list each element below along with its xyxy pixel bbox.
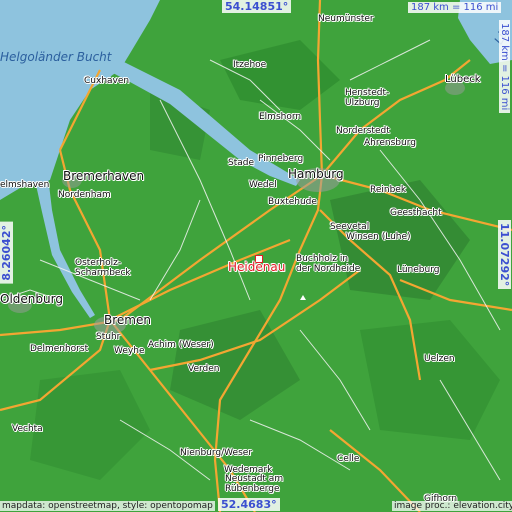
place-ahrensburg: Ahrensburg xyxy=(364,138,416,148)
place-pinneberg: Pinneberg xyxy=(258,154,304,164)
place-wedel: Wedel xyxy=(249,180,277,190)
scale-horizontal: 187 km = 116 mi xyxy=(408,2,502,13)
place-geesthacht: Geesthacht xyxy=(390,208,442,218)
place-neustadt: Neustadt am Rübenberge xyxy=(225,474,284,494)
place-bremerhaven: Bremerhaven xyxy=(63,169,145,183)
coord-west: 8.26042° xyxy=(0,222,13,284)
place-buchholz: Buchholz in der Nordheide xyxy=(296,254,361,274)
coord-east: 11.07292° xyxy=(498,220,511,290)
place-achim: Achim (Weser) xyxy=(148,340,214,350)
place-osterholz: Osterholz-Scharmbeck xyxy=(75,258,131,278)
place-cuxhaven: Cuxhaven xyxy=(84,76,130,86)
attribution-right: image proc.: elevation.city xyxy=(392,501,512,511)
highlight-place-label: Heidenau xyxy=(228,260,286,274)
place-seevetal: Seevetal xyxy=(330,222,370,232)
place-verden: Verden xyxy=(188,364,220,374)
place-oldenburg: Oldenburg xyxy=(0,292,63,306)
place-reinbek: Reinbek xyxy=(370,185,407,195)
place-nordenham: Nordenham xyxy=(58,190,111,200)
place-buxtehude: Buxtehude xyxy=(268,197,317,207)
place-delmenhorst: Delmenhorst xyxy=(30,344,89,354)
place-bremen: Bremen xyxy=(104,313,151,327)
place-weyhe: Weyhe xyxy=(114,346,145,356)
bay-label: Helgoländer Bucht xyxy=(0,50,112,64)
place-neumuenster: Neumünster xyxy=(318,14,374,24)
coord-north: 54.14851° xyxy=(222,0,292,13)
place-winsen: Winsen (Luhe) xyxy=(346,232,411,242)
place-itzehoe: Itzehoe xyxy=(233,60,267,70)
scale-vertical: 187 km = 116 mi xyxy=(499,20,510,114)
place-luebeck: Lübeck xyxy=(445,74,481,85)
place-stade: Stade xyxy=(228,158,255,168)
place-lueneburg: Lüneburg xyxy=(397,265,440,275)
place-hamburg: Hamburg xyxy=(288,167,344,181)
coord-south: 52.4683° xyxy=(218,498,280,511)
place-nienburg: Nienburg/Weser xyxy=(180,448,253,458)
map-view[interactable]: Helgoländer Bucht Lü Neumünster Itzehoe … xyxy=(0,0,512,512)
place-vechta: Vechta xyxy=(12,424,43,434)
place-uelzen: Uelzen xyxy=(424,354,455,364)
place-elmshaven: elmshaven xyxy=(0,180,50,190)
place-stuhr: Stuhr xyxy=(96,332,121,342)
place-elmshorn: Elmshorn xyxy=(259,112,302,122)
place-norderstedt: Norderstedt xyxy=(336,126,390,136)
place-celle: Celle xyxy=(337,454,360,464)
place-henstedt: Henstedt-Ulzburg xyxy=(345,88,390,108)
attribution-left: mapdata: openstreetmap, style: opentopom… xyxy=(0,501,215,511)
